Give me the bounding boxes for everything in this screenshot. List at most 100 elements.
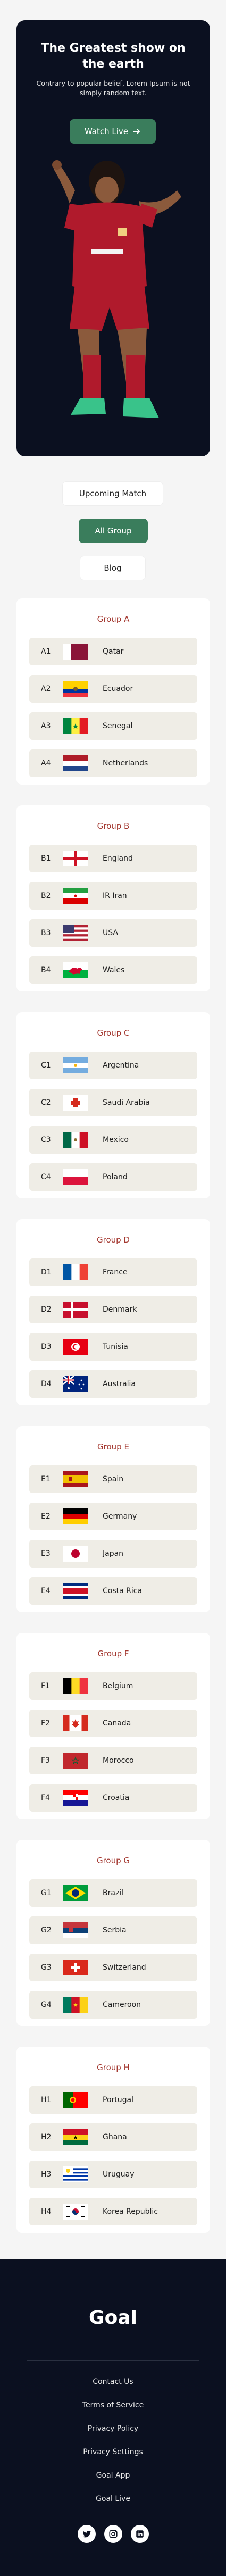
canada-flag-icon bbox=[63, 1715, 88, 1731]
team-code: G2 bbox=[41, 1926, 52, 1935]
team-row[interactable]: G2 Serbia bbox=[29, 1916, 197, 1944]
group-card-group-h: Group H H1 Portugal H2 Ghana H3 Uruguay H4 Korea… bbox=[16, 2047, 210, 2233]
team-name: Switzerland bbox=[103, 1963, 146, 1972]
germany-flag-icon bbox=[63, 1508, 88, 1525]
team-name: Costa Rica bbox=[103, 1587, 143, 1595]
team-code: C1 bbox=[41, 1061, 51, 1070]
team-row[interactable]: A2 Ecuador bbox=[29, 675, 197, 703]
morocco-flag-icon bbox=[63, 1753, 88, 1769]
team-row[interactable]: D3 Tunisia bbox=[29, 1333, 197, 1361]
team-row[interactable]: E2 Germany bbox=[29, 1503, 197, 1530]
team-row[interactable]: B4 Wales bbox=[29, 956, 197, 984]
england-flag-icon bbox=[63, 851, 88, 866]
team-code: H3 bbox=[41, 2170, 52, 2179]
team-row[interactable]: D1 France bbox=[29, 1258, 197, 1286]
footer-link-goal-live[interactable]: Goal Live bbox=[0, 2495, 226, 2503]
team-row[interactable]: C2 Saudi Arabia bbox=[29, 1089, 197, 1116]
team-row[interactable]: C3 Mexico bbox=[29, 1126, 197, 1154]
team-name: Ghana bbox=[103, 2133, 127, 2141]
team-code: B4 bbox=[41, 966, 51, 974]
croatia-flag-icon bbox=[63, 1790, 88, 1806]
team-row[interactable]: E4 Costa Rica bbox=[29, 1577, 197, 1605]
team-name: Saudi Arabia bbox=[103, 1098, 150, 1107]
team-name: Uruguay bbox=[103, 2170, 135, 2179]
serbia-flag-icon bbox=[63, 1922, 88, 1939]
team-row[interactable]: F1 Belgium bbox=[29, 1672, 197, 1700]
mexico-flag-icon bbox=[63, 1132, 88, 1148]
group-title: Group A bbox=[97, 614, 130, 624]
footer-brand-logo[interactable]: Goal bbox=[0, 2307, 226, 2329]
footer-link-goal-app[interactable]: Goal App bbox=[0, 2471, 226, 2480]
team-name: England bbox=[103, 854, 133, 863]
instagram-icon[interactable] bbox=[104, 2525, 122, 2543]
team-row[interactable]: E1 Spain bbox=[29, 1465, 197, 1493]
team-row[interactable]: F3 Morocco bbox=[29, 1747, 197, 1774]
team-row[interactable]: F2 Canada bbox=[29, 1710, 197, 1737]
footer-link-terms-of-service[interactable]: Terms of Service bbox=[0, 2401, 226, 2410]
team-code: F2 bbox=[41, 1719, 50, 1728]
team-row[interactable]: C1 Argentina bbox=[29, 1052, 197, 1079]
team-name: Ecuador bbox=[103, 685, 133, 693]
team-code: E4 bbox=[41, 1587, 51, 1595]
tab-all-group[interactable]: All Group bbox=[79, 519, 148, 543]
team-row[interactable]: B2 IR Iran bbox=[29, 882, 197, 910]
team-name: Spain bbox=[103, 1475, 124, 1483]
switzerland-flag-icon bbox=[63, 1960, 88, 1975]
wales-flag-icon bbox=[63, 962, 88, 978]
linkedin-icon[interactable] bbox=[130, 2525, 149, 2543]
tab-blog[interactable]: Blog bbox=[80, 556, 146, 580]
group-card-group-e: Group E E1 Spain E2 Germany E3 Japan E4 Costa Ri… bbox=[16, 1426, 210, 1612]
team-row[interactable]: A3 Senegal bbox=[29, 712, 197, 740]
team-row[interactable]: A4 Netherlands bbox=[29, 749, 197, 777]
tab-upcoming-match[interactable]: Upcoming Match bbox=[62, 481, 163, 506]
team-row[interactable]: G3 Switzerland bbox=[29, 1954, 197, 1981]
qatar-flag-icon bbox=[63, 644, 88, 660]
usa-flag-icon bbox=[63, 925, 88, 941]
team-code: D3 bbox=[41, 1343, 52, 1351]
team-row[interactable]: A1 Qatar bbox=[29, 638, 197, 665]
brazil-flag-icon bbox=[63, 1885, 88, 1901]
costa-rica-flag-icon bbox=[63, 1583, 88, 1599]
team-code: E1 bbox=[41, 1475, 51, 1483]
team-row[interactable]: G1 Brazil bbox=[29, 1879, 197, 1907]
team-code: C3 bbox=[41, 1136, 51, 1144]
footer-link-contact-us[interactable]: Contact Us bbox=[0, 2378, 226, 2386]
team-row[interactable]: H4 Korea Republic bbox=[29, 2198, 197, 2225]
group-card-group-f: Group F F1 Belgium F2 Canada F3 Morocco F4 Croat… bbox=[16, 1633, 210, 1819]
team-name: Germany bbox=[103, 1512, 137, 1521]
team-name: Croatia bbox=[103, 1794, 130, 1802]
group-card-group-d: Group D D1 France D2 Denmark D3 Tunisia D4 Austr… bbox=[16, 1219, 210, 1405]
poland-flag-icon bbox=[63, 1169, 88, 1185]
spain-flag-icon bbox=[63, 1471, 88, 1487]
team-name: Canada bbox=[103, 1719, 131, 1728]
argentina-flag-icon bbox=[63, 1057, 88, 1074]
team-row[interactable]: C4 Poland bbox=[29, 1163, 197, 1191]
watch-live-button[interactable]: Watch Live bbox=[70, 119, 156, 144]
team-row[interactable]: E3 Japan bbox=[29, 1540, 197, 1568]
team-row[interactable]: G4 Cameroon bbox=[29, 1991, 197, 2019]
team-name: USA bbox=[103, 929, 118, 937]
team-row[interactable]: D4 Australia bbox=[29, 1370, 197, 1398]
team-name: France bbox=[103, 1268, 128, 1277]
team-row[interactable]: H2 Ghana bbox=[29, 2123, 197, 2151]
arrow-right-icon bbox=[133, 129, 140, 134]
footer-link-privacy-policy[interactable]: Privacy Policy bbox=[0, 2424, 226, 2433]
team-code: H4 bbox=[41, 2207, 52, 2216]
team-row[interactable]: H3 Uruguay bbox=[29, 2161, 197, 2188]
team-code: A2 bbox=[41, 685, 51, 693]
team-name: Serbia bbox=[103, 1926, 127, 1935]
team-row[interactable]: D2 Denmark bbox=[29, 1296, 197, 1323]
team-code: B2 bbox=[41, 891, 51, 900]
footer-link-privacy-settings[interactable]: Privacy Settings bbox=[0, 2448, 226, 2456]
japan-flag-icon bbox=[63, 1546, 88, 1562]
team-code: F4 bbox=[41, 1794, 50, 1802]
team-row[interactable]: F4 Croatia bbox=[29, 1784, 197, 1812]
team-row[interactable]: B1 England bbox=[29, 845, 197, 872]
korea-republic-flag-icon bbox=[63, 2204, 88, 2220]
team-code: G3 bbox=[41, 1963, 52, 1972]
team-name: Belgium bbox=[103, 1682, 133, 1690]
team-row[interactable]: H1 Portugal bbox=[29, 2086, 197, 2114]
team-row[interactable]: B3 USA bbox=[29, 919, 197, 947]
uruguay-flag-icon bbox=[63, 2166, 88, 2183]
twitter-icon[interactable] bbox=[77, 2525, 96, 2543]
